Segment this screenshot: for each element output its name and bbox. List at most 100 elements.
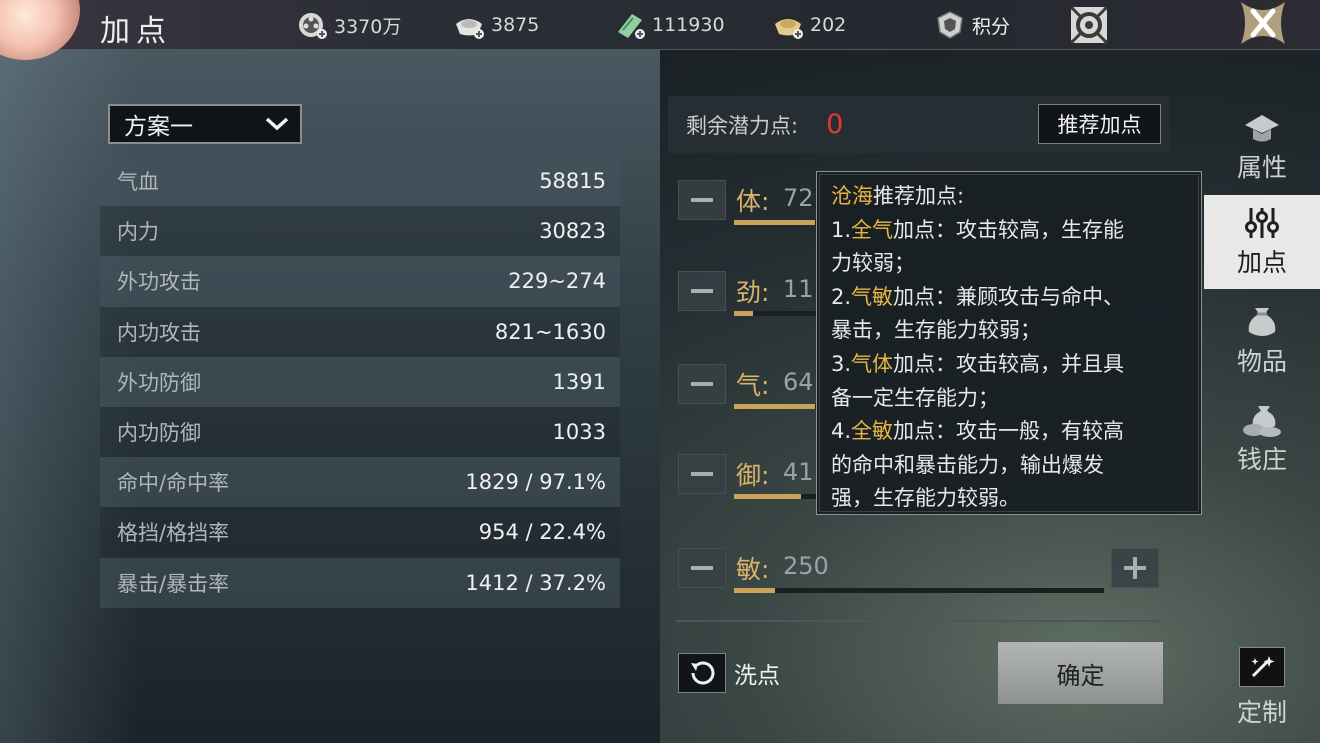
tooltip-item-cont: 暴击，生存能力较弱； [831,318,1041,343]
tooltip-item-prefix: 1. [831,217,852,242]
attribute-progress-fill [734,404,816,409]
resource-coins[interactable]: 3370万 [296,10,401,40]
attribute-label: 劲: [736,278,770,307]
minus-icon [691,382,713,386]
attribute-label: 气: [736,371,770,400]
tooltip-item-cont: 备一定生存能力； [831,385,999,410]
silver-ingot-icon [453,10,485,40]
tooltip-item-text: 加点：攻击较高，并且具 [893,351,1125,376]
nav-item-attributes[interactable]: 属性 [1204,100,1320,194]
stat-row: 内功防御 1033 [100,406,620,458]
tooltip-title: 沧海推荐加点: [831,180,1189,214]
tooltip-item-text: 加点：攻击一般，有较高 [893,419,1125,444]
stat-label: 气血 [117,170,159,195]
sliders-icon [1240,205,1284,241]
tooltip-item-prefix: 4. [831,419,852,444]
resource-gold[interactable]: 202 [772,10,846,40]
tooltip-item-cont: 的命中和暴击能力，输出爆发 [831,452,1104,477]
nav-item-label: 钱庄 [1236,445,1287,474]
close-icon [1241,2,1285,44]
stat-value: 1033 [552,420,606,445]
divider [676,620,1162,622]
tooltip-item: 2.气敏加点：兼顾攻击与命中、 [831,281,1189,315]
tooltip-item: 3.气体加点：攻击较高，并且具 [831,348,1189,382]
stat-row: 外功攻击 229~274 [100,256,620,307]
film-reel-coin-icon [296,10,328,40]
side-nav: 属性 加点 物品 钱庄 定制 [1204,96,1320,743]
resource-coins-value: 3370万 [334,15,402,38]
stat-row: 格挡/格挡率 954 / 22.4% [100,507,620,558]
stat-row: 暴击/暴击率 1412 / 37.2% [100,557,620,608]
nav-item-label: 定制 [1236,698,1287,727]
resource-gold-value: 202 [810,14,847,36]
tooltip-item-highlight: 气敏 [851,284,894,309]
confirm-button[interactable]: 确定 [997,641,1164,705]
resource-silver[interactable]: 3875 [453,10,539,40]
attribute-value: 250 [783,552,829,580]
bag-icon [1240,304,1284,340]
hat-icon [1240,110,1284,146]
decrease-button[interactable] [678,454,726,494]
tooltip-title-text: 推荐加点: [873,184,965,208]
tooltip-item-text: 加点：兼顾攻击与命中、 [893,284,1125,309]
tooltip-item-prefix: 3. [831,351,852,376]
stat-value: 821~1630 [494,319,606,344]
attribute-value: 64 [783,368,814,396]
decrease-button[interactable] [678,548,726,588]
tooltip-title-highlight: 沧海 [831,184,873,208]
plan-dropdown[interactable]: 方案一 [108,104,302,144]
tooltip-item-cont: 强，生存能力较弱。 [831,486,1020,511]
stat-label: 格挡/格挡率 [117,521,230,546]
settings-button[interactable] [1068,4,1110,46]
increase-button[interactable] [1111,548,1159,588]
decrease-button[interactable] [678,180,726,220]
stat-row: 气血 58815 [100,156,620,207]
attribute-label: 敏: [736,555,770,584]
magic-wand-icon [1239,647,1285,687]
tooltip-item-prefix: 2. [831,284,852,309]
nav-item-allocate[interactable]: 加点 [1204,195,1320,289]
stats-table: 气血 58815 内力 30823 外功攻击 229~274 内功攻击 821~1630… [100,156,620,608]
tooltip-item-cont: 力较弱； [831,251,915,276]
jade-token-icon [614,10,646,40]
attribute-label: 御: [736,461,770,490]
nav-item-label: 属性 [1236,153,1287,182]
close-button[interactable] [1232,0,1294,46]
tooltip-item: 4.全敏加点：攻击一般，有较高 [831,415,1189,449]
recommendation-tooltip: 沧海推荐加点: 1.全气加点：攻击较高，生存能 力较弱； 2.气敏加点：兼顾攻击… [816,171,1202,515]
attribute-value: 41 [783,458,814,486]
points-button[interactable]: 积分 [934,10,1010,40]
reset-points-button[interactable]: 洗点 [678,653,780,693]
money-bag-icon [1240,402,1284,438]
swirl-settings-icon [1069,5,1109,45]
nav-item-items[interactable]: 物品 [1204,294,1320,388]
decrease-button[interactable] [678,364,726,404]
resource-jade[interactable]: 111930 [614,10,725,40]
attribute-value: 72 [783,184,814,212]
stat-value: 954 / 22.4% [478,520,606,545]
recommend-button[interactable]: 推荐加点 [1038,104,1161,144]
remaining-points-value: 0 [826,109,844,140]
minus-icon [691,198,713,202]
attribute-label: 体: [736,187,770,216]
attribute-progress-fill [734,588,775,593]
plus-icon [1124,557,1146,579]
nav-item-bank[interactable]: 钱庄 [1204,392,1320,486]
minus-icon [691,289,713,293]
stat-label: 命中/命中率 [117,471,230,496]
stat-value: 1391 [552,369,606,394]
stat-label: 外功攻击 [117,270,201,295]
tooltip-item-text: 加点：攻击较高，生存能 [893,217,1125,242]
gold-ingot-icon [772,10,804,40]
shield-points-icon [934,10,966,40]
stat-value: 229~274 [508,269,606,294]
stat-value: 1829 / 97.1% [465,470,606,495]
nav-item-customize[interactable]: 定制 [1204,636,1320,740]
nav-item-label: 加点 [1236,248,1287,277]
tooltip-item-highlight: 气体 [851,351,894,376]
reset-points-label: 洗点 [734,663,780,689]
attribute-progress-fill [734,494,801,499]
decrease-button[interactable] [678,271,726,311]
stat-label: 外功防御 [117,370,201,395]
attribute-row-min: 敏: 250 [678,548,1162,608]
